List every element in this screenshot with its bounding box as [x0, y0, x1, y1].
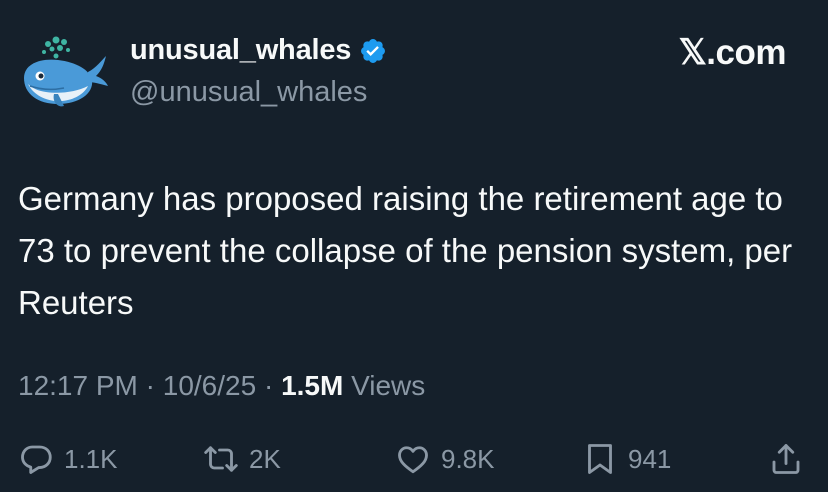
like-count: 9.8K [441, 443, 495, 474]
author-name-row: unusual_whales [130, 34, 387, 67]
action-bar: 1.1K 2K 9.8K 941 [0, 437, 828, 481]
views-count: 1.5M [281, 370, 344, 401]
like-icon [398, 446, 428, 474]
tweet-text: Germany has proposed raising the retirem… [18, 180, 793, 321]
bookmark-button[interactable]: 941 [582, 437, 671, 481]
tweet-date[interactable]: 10/6/25 [163, 370, 256, 401]
like-button[interactable]: 9.8K [395, 437, 495, 481]
tweet-time[interactable]: 12:17 PM [18, 370, 138, 401]
meta-separator: · [263, 370, 274, 401]
verified-badge-icon [361, 38, 386, 63]
bookmark-count: 941 [628, 443, 672, 474]
whale-avatar-icon [24, 36, 108, 107]
repost-icon [204, 446, 238, 472]
display-name[interactable]: unusual_whales [130, 34, 351, 67]
bookmark-icon [588, 444, 612, 474]
tweet-meta: 12:17 PM · 10/6/25 · 1.5M Views [18, 370, 425, 402]
reply-count: 1.1K [64, 443, 118, 474]
views-label: Views [351, 370, 426, 401]
reply-icon [21, 445, 52, 474]
author-handle[interactable]: @unusual_whales [130, 76, 367, 109]
reply-button[interactable]: 1.1K [18, 437, 118, 481]
avatar[interactable] [18, 30, 110, 110]
x-brand-logo: 𝕏.com [678, 33, 787, 72]
meta-separator: · [145, 370, 155, 401]
share-icon [772, 444, 800, 474]
repost-count: 2K [249, 443, 281, 474]
share-button[interactable] [768, 437, 804, 481]
repost-button[interactable]: 2K [203, 437, 281, 481]
